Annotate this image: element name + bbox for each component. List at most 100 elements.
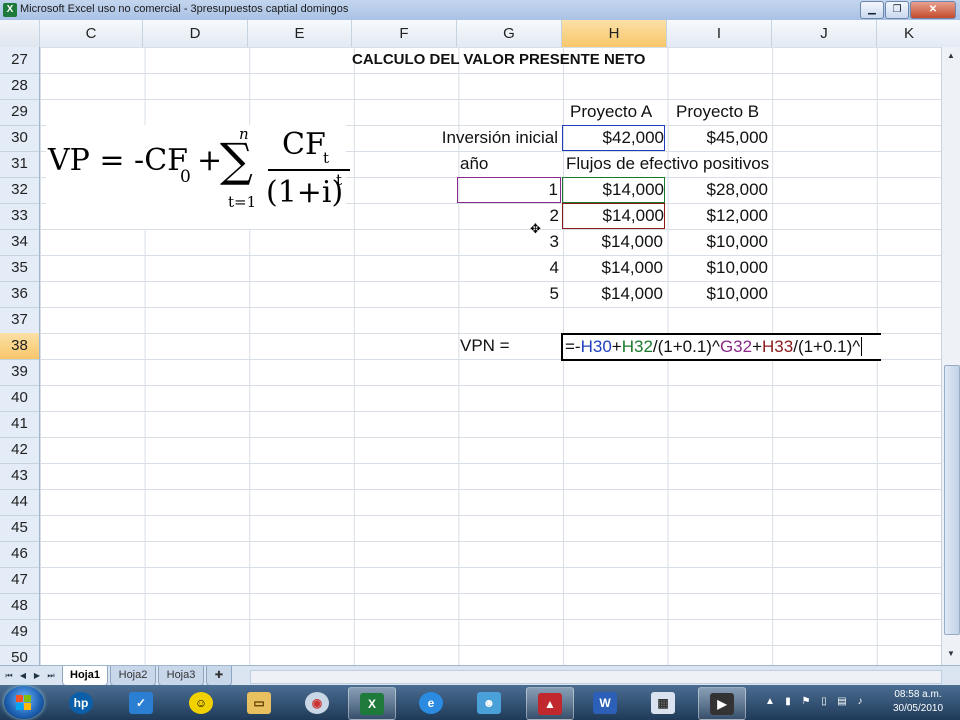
- project-b-header[interactable]: Proyecto B: [676, 99, 759, 125]
- anio-label[interactable]: año: [460, 151, 488, 177]
- internet-explorer-icon[interactable]: e: [408, 687, 454, 718]
- start-button[interactable]: [4, 686, 44, 719]
- cell-g32[interactable]: 1: [457, 177, 561, 203]
- cell-i35[interactable]: $10,000: [667, 255, 768, 281]
- column-header-j[interactable]: J: [772, 20, 877, 47]
- row-header[interactable]: 29: [0, 99, 39, 126]
- row-header[interactable]: 50: [0, 645, 39, 665]
- select-all-corner[interactable]: [0, 20, 40, 47]
- column-header-e[interactable]: E: [248, 20, 352, 47]
- row-header[interactable]: 32: [0, 177, 39, 204]
- scroll-up-icon[interactable]: ▲: [944, 49, 958, 63]
- row-header[interactable]: 47: [0, 567, 39, 594]
- insert-sheet-icon[interactable]: ✚: [206, 666, 232, 686]
- media-player-icon[interactable]: ◉: [294, 687, 340, 718]
- folder-icon[interactable]: ▭: [236, 687, 282, 718]
- device-icon[interactable]: ▮: [782, 696, 794, 708]
- next-sheet-icon[interactable]: ▶: [32, 670, 42, 682]
- acrobat-icon[interactable]: ▲: [526, 687, 574, 720]
- row-header[interactable]: 27: [0, 47, 39, 74]
- close-button[interactable]: ✕: [910, 1, 956, 19]
- row-header[interactable]: 45: [0, 515, 39, 542]
- row-header[interactable]: 38: [0, 333, 39, 360]
- sheet-title[interactable]: CALCULO DEL VALOR PRESENTE NETO: [352, 47, 645, 73]
- column-header-g[interactable]: G: [457, 20, 562, 47]
- row-header[interactable]: 48: [0, 593, 39, 620]
- clock[interactable]: 08:58 a.m. 30/05/2010: [880, 688, 956, 716]
- excel-icon[interactable]: X: [348, 687, 396, 720]
- worksheet-grid[interactable]: CALCULO DEL VALOR PRESENTE NETO Proyecto…: [40, 47, 941, 665]
- row-header[interactable]: 28: [0, 73, 39, 100]
- horizontal-scrollbar[interactable]: [250, 670, 942, 684]
- cell-h32[interactable]: $14,000: [562, 177, 665, 203]
- tab-hoja3[interactable]: Hoja3: [158, 666, 204, 686]
- row-header[interactable]: 46: [0, 541, 39, 568]
- cell-h33[interactable]: $14,000: [562, 203, 665, 229]
- fraction-numerator: CF: [282, 127, 326, 162]
- column-header-k[interactable]: K: [877, 20, 941, 47]
- column-headers: C D E F G H I J K: [0, 20, 960, 48]
- row-header[interactable]: 31: [0, 151, 39, 178]
- row-header[interactable]: 39: [0, 359, 39, 386]
- column-header-f[interactable]: F: [352, 20, 457, 47]
- show-hidden-icons-icon[interactable]: ▲: [764, 696, 776, 708]
- cell-g35[interactable]: 4: [457, 255, 559, 281]
- vp-equation[interactable]: VP = -CF 0 + n ∑ t=1 CF t (1+i) t: [46, 125, 350, 229]
- vertical-scrollbar[interactable]: ▲ ▼: [941, 47, 960, 665]
- cell-i30[interactable]: $45,000: [667, 125, 768, 151]
- checkmark-app-icon[interactable]: ✓: [118, 687, 164, 718]
- scroll-thumb[interactable]: [944, 365, 960, 635]
- inversion-label[interactable]: Inversión inicial: [400, 125, 558, 151]
- tab-hoja1[interactable]: Hoja1: [62, 666, 108, 686]
- network-icon[interactable]: ▤: [836, 696, 848, 708]
- last-sheet-icon[interactable]: ⏭: [46, 670, 56, 682]
- cell-h34[interactable]: $14,000: [562, 229, 663, 255]
- flujos-label[interactable]: Flujos de efectivo positivos: [566, 151, 769, 177]
- row-header[interactable]: 35: [0, 255, 39, 282]
- cell-i32[interactable]: $28,000: [667, 177, 768, 203]
- vpn-label[interactable]: VPN =: [460, 333, 510, 359]
- video-icon[interactable]: ▶: [698, 687, 746, 720]
- word-icon[interactable]: W: [582, 687, 628, 718]
- cell-h30[interactable]: $42,000: [562, 125, 665, 151]
- first-sheet-icon[interactable]: ⏮: [4, 670, 14, 682]
- cell-h35[interactable]: $14,000: [562, 255, 663, 281]
- prev-sheet-icon[interactable]: ◀: [18, 670, 28, 682]
- excel-app-icon[interactable]: X: [3, 3, 17, 17]
- row-header[interactable]: 30: [0, 125, 39, 152]
- row-header[interactable]: 37: [0, 307, 39, 334]
- volume-icon[interactable]: ♪: [854, 696, 866, 708]
- row-header[interactable]: 41: [0, 411, 39, 438]
- cell-g34[interactable]: 3: [457, 229, 559, 255]
- cell-g33[interactable]: 2: [457, 203, 559, 229]
- people-icon[interactable]: ☻: [466, 687, 512, 718]
- column-header-i[interactable]: I: [667, 20, 772, 47]
- row-header[interactable]: 33: [0, 203, 39, 230]
- flag-icon[interactable]: ⚑: [800, 696, 812, 708]
- row-header[interactable]: 40: [0, 385, 39, 412]
- hp-icon[interactable]: hp: [58, 687, 104, 718]
- row-header[interactable]: 34: [0, 229, 39, 256]
- column-header-c[interactable]: C: [40, 20, 143, 47]
- row-header[interactable]: 49: [0, 619, 39, 646]
- cell-h36[interactable]: $14,000: [562, 281, 663, 307]
- cell-i34[interactable]: $10,000: [667, 229, 768, 255]
- column-header-h[interactable]: H: [562, 20, 667, 47]
- row-header[interactable]: 44: [0, 489, 39, 516]
- scroll-down-icon[interactable]: ▼: [944, 647, 958, 661]
- cell-g36[interactable]: 5: [457, 281, 559, 307]
- cell-i33[interactable]: $12,000: [667, 203, 768, 229]
- power-icon[interactable]: ▯: [818, 696, 830, 708]
- row-header[interactable]: 36: [0, 281, 39, 308]
- project-a-header[interactable]: Proyecto A: [570, 99, 652, 125]
- row-header[interactable]: 43: [0, 463, 39, 490]
- calculator-icon[interactable]: ▦: [640, 687, 686, 718]
- formula-edit-cell[interactable]: =-H30+H32/(1+0.1)^G32+H33/(1+0.1)^: [561, 333, 881, 361]
- messenger-icon[interactable]: ☺: [178, 687, 224, 718]
- minimize-button[interactable]: ▁: [860, 1, 884, 19]
- tab-hoja2[interactable]: Hoja2: [110, 666, 156, 686]
- column-header-d[interactable]: D: [143, 20, 248, 47]
- row-header[interactable]: 42: [0, 437, 39, 464]
- restore-button[interactable]: ❐: [885, 1, 909, 19]
- cell-i36[interactable]: $10,000: [667, 281, 768, 307]
